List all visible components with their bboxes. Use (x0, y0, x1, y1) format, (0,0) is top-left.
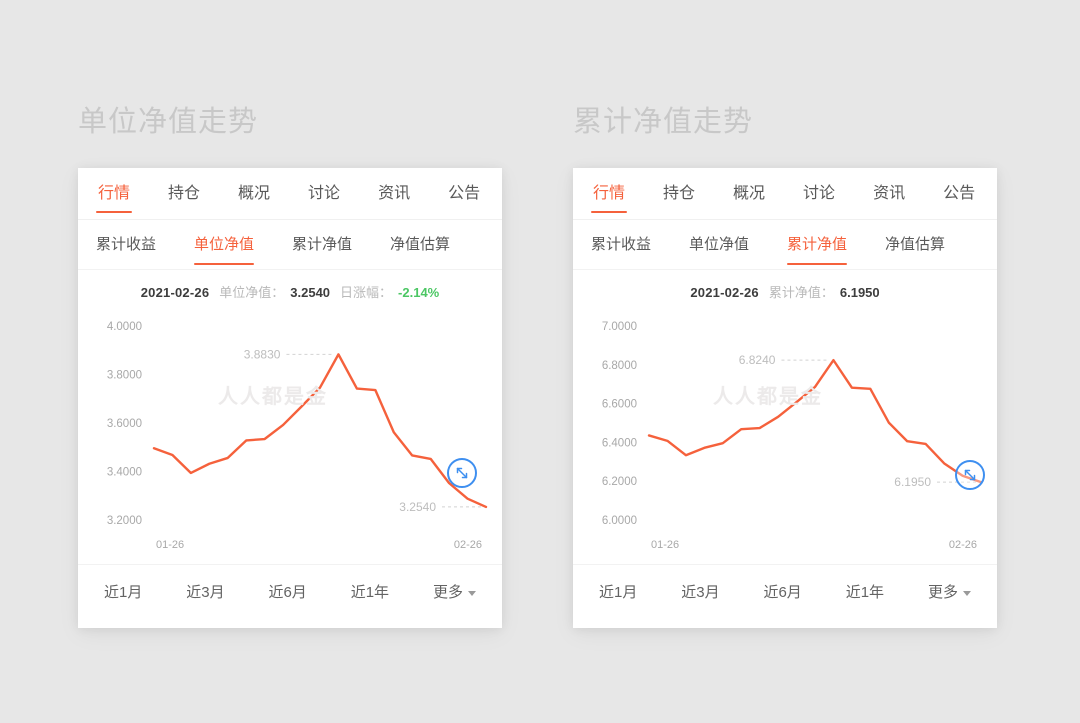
main-tab-3[interactable]: 讨论 (801, 168, 837, 220)
main-tab-2[interactable]: 概况 (236, 168, 272, 220)
chevron-down-icon (962, 590, 971, 596)
annotation-last-label: 6.1950 (894, 475, 931, 489)
main-tab-0[interactable]: 行情 (591, 168, 628, 220)
annotation-peak-label: 3.8830 (244, 347, 281, 361)
main-tab-1[interactable]: 持仓 (661, 168, 697, 220)
main-tab-bar: 行情 持仓 概况 讨论 资讯 公告 (573, 168, 997, 220)
nav-value-label: 单位净值： (219, 285, 285, 300)
period-2[interactable]: 近6月 (763, 581, 801, 602)
chart-cumulative-nav[interactable]: 人人都是金 7.0000 6.8000 6.6000 6.4000 6.2000 6.00… (573, 312, 997, 564)
nav-date: 2021-02-26 (140, 285, 210, 300)
annotation-peak-label: 6.8240 (739, 353, 776, 367)
main-tab-1[interactable]: 持仓 (166, 168, 202, 220)
resize-cursor-badge (447, 458, 477, 488)
main-tab-3[interactable]: 讨论 (306, 168, 342, 220)
y-axis-tick-label: 3.2000 (107, 515, 142, 527)
sub-tab-1[interactable]: 单位净值 (194, 220, 255, 270)
line-chart-svg: 4.0000 3.8000 3.6000 3.4000 3.2000 01-26 02-26… (107, 321, 488, 551)
period-0[interactable]: 近1月 (599, 581, 637, 602)
nav-value: 3.2540 (290, 285, 331, 300)
series-line-累计净值 (647, 358, 983, 484)
period-more-label: 更多 (432, 584, 463, 601)
y-axis-tick-label: 4.0000 (107, 321, 142, 333)
period-0[interactable]: 近1月 (104, 581, 142, 602)
sub-tab-0[interactable]: 累计收益 (591, 220, 651, 270)
panel-title: 累计净值走势 (573, 106, 754, 138)
y-axis-tick-label: 7.0000 (602, 321, 637, 333)
nav-change-value: -2.14% (398, 285, 440, 300)
series-line-单位净值 (152, 353, 488, 509)
y-axis-tick-label: 3.8000 (107, 370, 142, 382)
panel-title: 单位净值走势 (78, 106, 259, 138)
nav-change-label: 日涨幅： (340, 285, 393, 300)
resize-diagonal-icon (456, 467, 468, 479)
sub-tab-1[interactable]: 单位净值 (689, 220, 749, 270)
main-tab-5[interactable]: 公告 (941, 168, 977, 220)
nav-value-label: 累计净值： (768, 285, 834, 300)
y-axis-tick-label: 3.4000 (107, 467, 142, 479)
period-3[interactable]: 近1年 (351, 581, 389, 602)
period-more-label: 更多 (927, 584, 958, 601)
chevron-down-icon (467, 590, 476, 596)
chart-unit-nav[interactable]: 人人都是金 4.0000 3.8000 3.6000 3.4000 3.2000 01-2… (78, 312, 502, 564)
sub-tab-2[interactable]: 累计净值 (292, 220, 352, 270)
main-tab-bar: 行情 持仓 概况 讨论 资讯 公告 (78, 168, 502, 220)
main-tab-4[interactable]: 资讯 (376, 168, 412, 220)
resize-cursor-badge (955, 460, 985, 490)
y-axis-tick-label: 6.8000 (602, 360, 637, 372)
fund-card: 行情 持仓 概况 讨论 资讯 公告 累计收益 单位净值 累计净值 净值估算 20… (573, 168, 997, 628)
sub-tab-3[interactable]: 净值估算 (885, 220, 945, 270)
nav-date: 2021-02-26 (690, 285, 759, 300)
x-axis-tick-label: 01-26 (651, 539, 679, 551)
sub-tab-0[interactable]: 累计收益 (96, 220, 156, 270)
main-tab-0[interactable]: 行情 (96, 168, 133, 220)
panel-cumulative-nav: 累计净值走势 行情 持仓 概况 讨论 资讯 公告 累计收益 单位净值 累计净值 … (573, 98, 997, 628)
nav-info-row: 2021-02-26 单位净值： 3.2540 日涨幅： -2.14% (78, 270, 502, 312)
sub-tab-2[interactable]: 累计净值 (787, 220, 848, 270)
nav-info-row: 2021-02-26 累计净值： 6.1950 (573, 270, 997, 312)
panel-unit-nav: 单位净值走势 行情 持仓 概况 讨论 资讯 公告 累计收益 单位净值 累计净值 … (78, 98, 502, 628)
main-tab-2[interactable]: 概况 (731, 168, 767, 220)
sub-tab-bar: 累计收益 单位净值 累计净值 净值估算 (573, 220, 997, 270)
x-axis-tick-label: 02-26 (949, 539, 977, 551)
period-more[interactable]: 更多 (928, 581, 971, 602)
period-2[interactable]: 近6月 (268, 581, 306, 602)
x-axis-tick-label: 02-26 (454, 539, 482, 551)
y-axis-tick-label: 6.4000 (602, 437, 637, 449)
y-axis-tick-label: 6.2000 (602, 476, 637, 488)
main-tab-5[interactable]: 公告 (446, 168, 482, 220)
period-bar: 近1月 近3月 近6月 近1年 更多 (573, 564, 997, 618)
sub-tab-bar: 累计收益 单位净值 累计净值 净值估算 (78, 220, 502, 270)
x-axis-tick-label: 01-26 (156, 539, 184, 551)
period-1[interactable]: 近3月 (186, 581, 224, 602)
fund-card: 行情 持仓 概况 讨论 资讯 公告 累计收益 单位净值 累计净值 净值估算 20… (78, 168, 502, 628)
nav-value: 6.1950 (839, 285, 880, 300)
screenshot-stage: 单位净值走势 行情 持仓 概况 讨论 资讯 公告 累计收益 单位净值 累计净值 … (0, 0, 1080, 723)
y-axis-tick-label: 3.6000 (107, 418, 142, 430)
main-tab-4[interactable]: 资讯 (871, 168, 907, 220)
sub-tab-3[interactable]: 净值估算 (390, 220, 450, 270)
period-1[interactable]: 近3月 (681, 581, 719, 602)
line-chart-svg: 7.0000 6.8000 6.6000 6.4000 6.2000 6.0000 01-2… (602, 321, 983, 551)
y-axis-tick-label: 6.0000 (602, 515, 637, 527)
period-bar: 近1月 近3月 近6月 近1年 更多 (78, 564, 502, 618)
y-axis-tick-label: 6.6000 (602, 399, 637, 411)
resize-diagonal-icon (964, 469, 976, 481)
period-3[interactable]: 近1年 (846, 581, 884, 602)
period-more[interactable]: 更多 (433, 581, 476, 602)
annotation-last-label: 3.2540 (399, 500, 436, 514)
